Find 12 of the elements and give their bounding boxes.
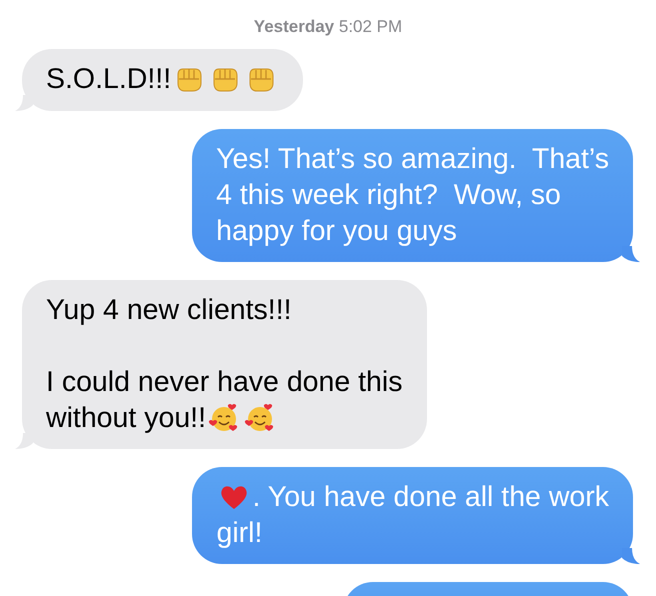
timestamp: Yesterday 5:02 PM xyxy=(254,17,402,37)
bubble-tail xyxy=(622,246,640,262)
message-text: Yup 4 new clients!!! xyxy=(46,293,292,328)
message-text: . You have done all the work xyxy=(252,480,609,515)
message-text: happy for you guys xyxy=(216,214,457,249)
bubble-tail xyxy=(622,548,640,564)
message-text: girl! xyxy=(216,516,262,551)
message-text: 4 this week right? Wow, so xyxy=(216,178,561,213)
message-text: S.O.L.D!!! xyxy=(46,62,172,97)
message-text: without you!! xyxy=(46,401,206,436)
message-text: I could never have done this xyxy=(46,365,402,400)
message-text: Yes! That’s so amazing. That’s xyxy=(216,142,609,177)
